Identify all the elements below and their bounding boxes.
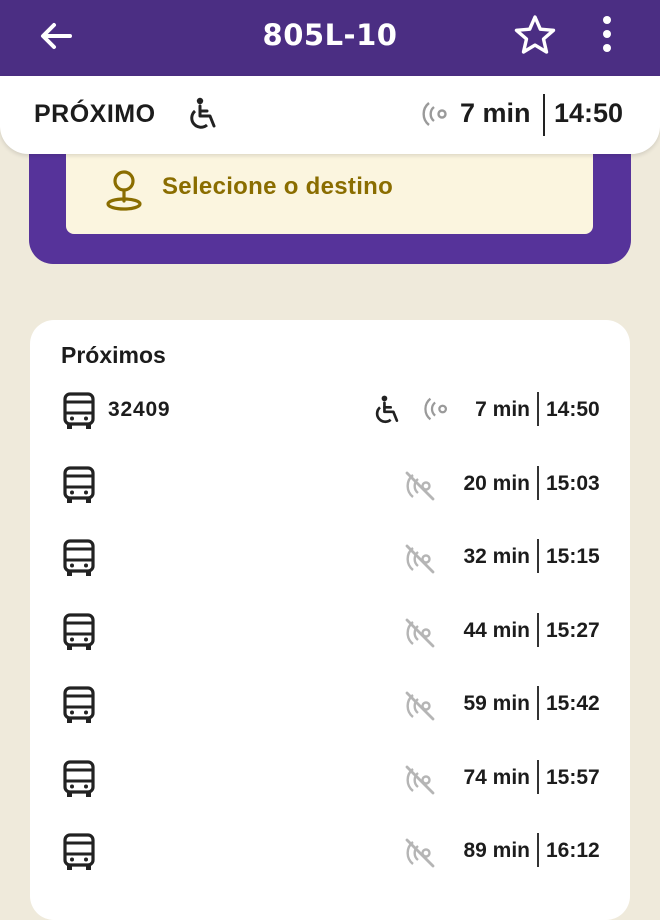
arrival-row[interactable]: 20 min 15:03 bbox=[30, 456, 630, 516]
wheelchair-icon bbox=[190, 97, 216, 129]
no-realtime-icon bbox=[402, 688, 438, 724]
next-label: PRÓXIMO bbox=[34, 100, 156, 128]
divider bbox=[537, 465, 539, 500]
arrival-time: 16:12 bbox=[546, 839, 600, 862]
destination-label: Selecione o destino bbox=[162, 173, 394, 200]
arrival-row[interactable]: 44 min 15:27 bbox=[30, 603, 630, 663]
arrival-time: 15:03 bbox=[546, 471, 600, 495]
divider bbox=[537, 833, 539, 867]
realtime-signal-icon bbox=[422, 394, 452, 424]
no-realtime-icon bbox=[402, 835, 438, 871]
star-outline-icon[interactable] bbox=[512, 12, 558, 58]
bus-icon bbox=[62, 539, 96, 577]
divider bbox=[537, 612, 539, 647]
realtime-signal-icon bbox=[422, 102, 447, 126]
no-realtime-icon bbox=[402, 468, 438, 504]
next-time: 14:50 bbox=[554, 98, 624, 128]
bus-icon bbox=[62, 612, 96, 651]
next-arrival-bar: PRÓXIMO 7 min 14:50 bbox=[0, 76, 660, 154]
arrival-row[interactable]: 32409 7 min 14:50 bbox=[30, 382, 630, 442]
divider bbox=[537, 392, 539, 426]
arrival-minutes: 89 min bbox=[463, 839, 530, 862]
arrival-time: 15:27 bbox=[546, 618, 600, 642]
arrival-row[interactable]: 89 min 16:12 bbox=[30, 823, 630, 883]
app-header: 805L-10 bbox=[0, 0, 660, 76]
arrival-minutes: 20 min bbox=[463, 471, 530, 495]
no-realtime-icon bbox=[402, 541, 438, 577]
arrival-row[interactable]: 74 min 15:57 bbox=[30, 750, 630, 810]
bus-icon bbox=[62, 686, 96, 724]
route-title: 805L-10 bbox=[262, 18, 398, 52]
bus-icon bbox=[62, 392, 96, 430]
arrival-minutes: 44 min bbox=[463, 618, 530, 642]
divider bbox=[537, 686, 539, 720]
arrival-minutes: 74 min bbox=[463, 765, 530, 789]
vehicle-id: 32409 bbox=[108, 398, 171, 421]
arrival-time: 15:15 bbox=[546, 545, 600, 568]
divider bbox=[537, 759, 539, 794]
arrival-time: 15:42 bbox=[546, 692, 600, 715]
arrival-minutes: 59 min bbox=[463, 692, 530, 715]
arrival-row[interactable]: 59 min 15:42 bbox=[30, 676, 630, 736]
no-realtime-icon bbox=[402, 762, 438, 798]
arrival-time: 15:57 bbox=[546, 765, 600, 789]
upcoming-card: Próximos 32409 7 min 14:50 20 min 15:03 32 mi… bbox=[30, 320, 630, 920]
divider bbox=[543, 94, 545, 136]
map-pin-icon bbox=[106, 170, 142, 211]
more-vertical-icon[interactable] bbox=[592, 14, 622, 58]
arrival-minutes: 32 min bbox=[463, 545, 530, 568]
next-minutes: 7 min bbox=[460, 98, 531, 128]
wheelchair-icon bbox=[372, 394, 404, 426]
arrival-time: 14:50 bbox=[546, 398, 600, 421]
arrival-minutes: 7 min bbox=[475, 398, 530, 421]
bus-icon bbox=[62, 833, 96, 871]
select-destination-button[interactable]: Selecione o destino bbox=[66, 146, 593, 234]
bus-icon bbox=[62, 759, 96, 798]
bus-icon bbox=[62, 465, 96, 504]
arrival-row[interactable]: 32 min 15:15 bbox=[30, 529, 630, 589]
upcoming-heading: Próximos bbox=[61, 342, 166, 368]
no-realtime-icon bbox=[402, 615, 438, 651]
divider bbox=[537, 539, 539, 573]
